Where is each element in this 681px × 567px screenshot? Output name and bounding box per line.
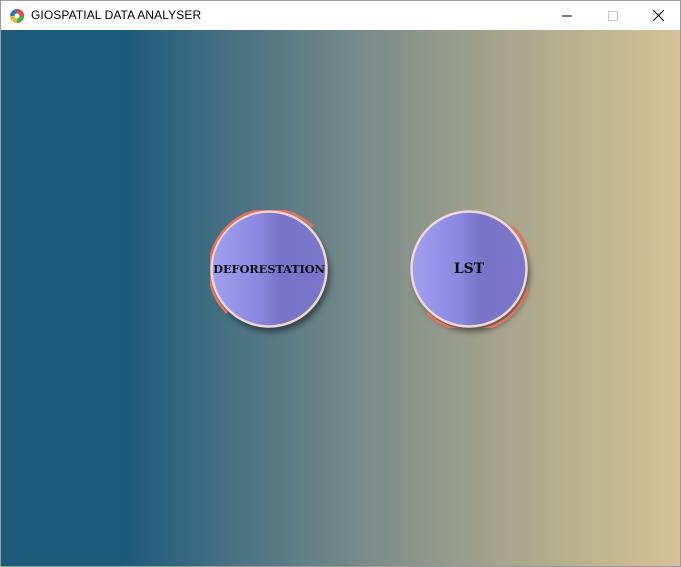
minimize-icon <box>562 15 572 16</box>
title-bar[interactable]: GIOSPATIAL DATA ANALYSER <box>1 1 680 30</box>
maximize-icon <box>608 10 618 21</box>
deforestation-button[interactable]: DEFORESTATION <box>210 210 328 328</box>
lst-button[interactable]: LST <box>410 210 528 328</box>
close-icon <box>652 10 664 21</box>
close-button[interactable] <box>635 1 681 30</box>
window-title: GIOSPATIAL DATA ANALYSER <box>31 8 202 22</box>
minimize-button[interactable] <box>544 1 590 30</box>
deforestation-label: DEFORESTATION <box>213 262 325 276</box>
globe-app-icon <box>10 9 24 23</box>
lst-label: LST <box>453 261 485 277</box>
app-window: GIOSPATIAL DATA ANALYSER DEFORESTATION L… <box>0 0 681 567</box>
main-panel: DEFORESTATION LST <box>1 30 680 566</box>
maximize-button[interactable] <box>590 1 636 30</box>
